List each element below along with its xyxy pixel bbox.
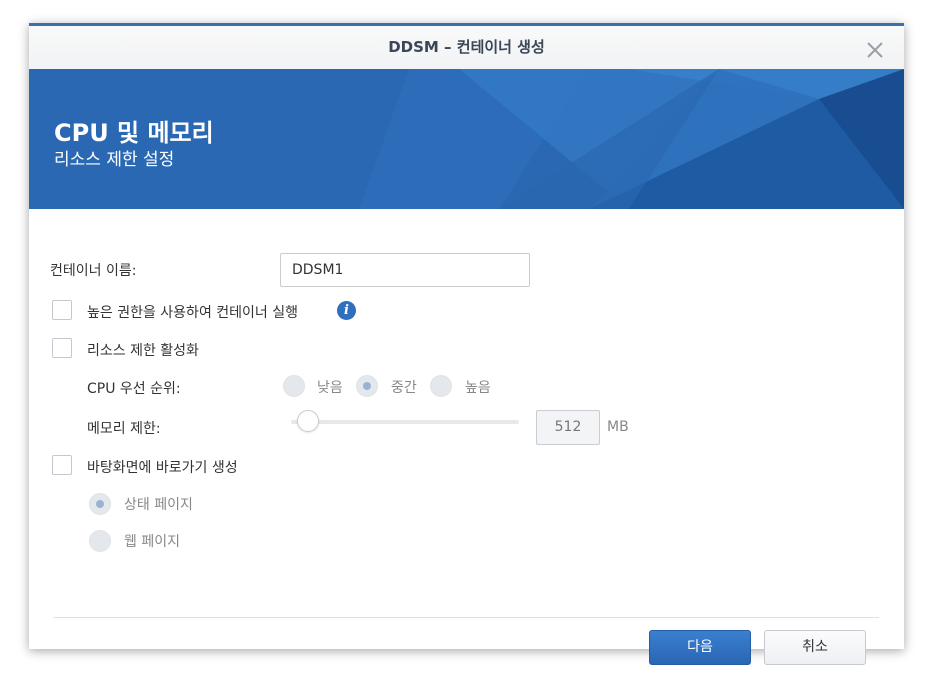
container-name-input[interactable]: DDSM1 xyxy=(280,253,530,287)
memory-unit-label: MB xyxy=(607,419,629,435)
privileged-label: 높은 권한을 사용하여 컨테이너 실행 xyxy=(87,305,298,321)
shortcut-label: 바탕화면에 바로가기 생성 xyxy=(87,460,238,476)
close-button[interactable] xyxy=(864,35,886,58)
cpu-priority-low-label: 낮음 xyxy=(317,380,343,396)
resource-limit-label: 리소스 제한 활성화 xyxy=(87,343,199,359)
cpu-priority-label: CPU 우선 순위: xyxy=(87,381,181,397)
cpu-priority-medium-label: 중간 xyxy=(391,380,417,396)
cpu-priority-medium-radio[interactable] xyxy=(356,375,378,397)
resource-limit-checkbox[interactable] xyxy=(52,338,72,358)
banner-title: CPU 및 메모리 xyxy=(54,119,214,147)
privileged-checkbox[interactable] xyxy=(52,300,72,320)
dialog-titlebar: DDSM – 컨테이너 생성 xyxy=(29,26,904,69)
shortcut-status-page-radio[interactable] xyxy=(89,493,111,515)
create-container-dialog: DDSM – 컨테이너 생성 CPU 및 메모리 리소스 제한 설정 컨테이너 … xyxy=(29,23,904,665)
form-content: 컨테이너 이름: DDSM1 높은 권한을 사용하여 컨테이너 실행 i 리소스… xyxy=(29,209,904,665)
next-button[interactable]: 다음 xyxy=(649,630,751,665)
cpu-priority-high-radio[interactable] xyxy=(430,375,452,397)
banner-subtitle: 리소스 제한 설정 xyxy=(54,150,175,170)
close-icon xyxy=(867,42,883,58)
memory-slider-track[interactable] xyxy=(291,420,519,424)
info-icon[interactable]: i xyxy=(337,301,356,320)
dialog-title: DDSM – 컨테이너 생성 xyxy=(388,38,545,56)
header-banner: CPU 및 메모리 리소스 제한 설정 xyxy=(29,69,904,209)
shortcut-web-page-label: 웹 페이지 xyxy=(124,534,180,550)
cpu-priority-high-label: 높음 xyxy=(465,380,491,396)
cancel-button[interactable]: 취소 xyxy=(764,630,866,665)
footer-divider xyxy=(54,617,879,618)
shortcut-web-page-radio[interactable] xyxy=(89,530,111,552)
container-name-label: 컨테이너 이름: xyxy=(50,263,137,279)
memory-limit-label: 메모리 제한: xyxy=(87,421,161,437)
shortcut-checkbox[interactable] xyxy=(52,455,72,475)
memory-slider-handle[interactable] xyxy=(297,410,319,432)
memory-value-input[interactable]: 512 xyxy=(536,410,600,445)
cpu-priority-low-radio[interactable] xyxy=(283,375,305,397)
shortcut-status-page-label: 상태 페이지 xyxy=(124,497,193,513)
